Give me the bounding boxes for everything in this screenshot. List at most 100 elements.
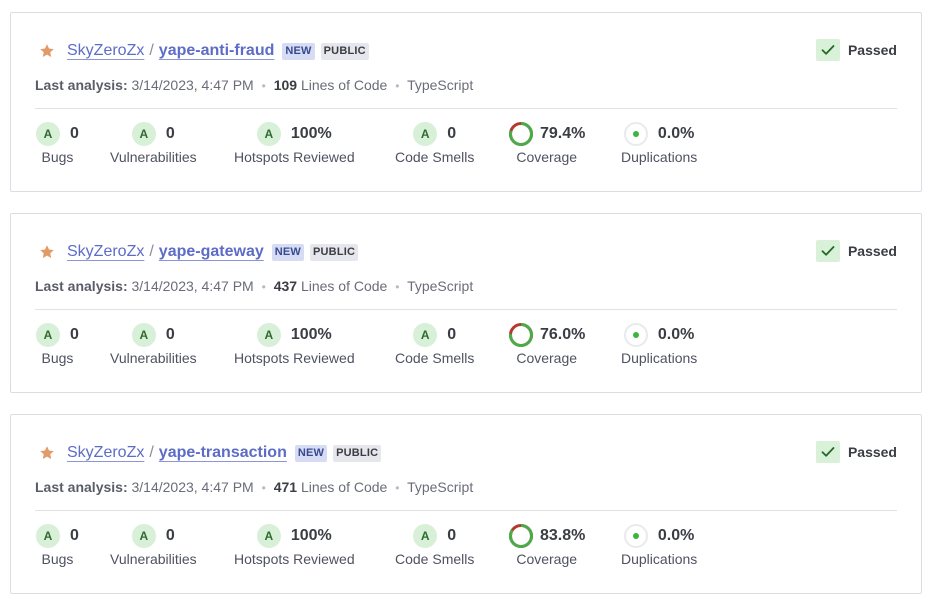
rating-badge: A — [256, 524, 281, 548]
metric-code-smells[interactable]: A 0 Code Smells — [395, 121, 474, 165]
bugs-label: Bugs — [41, 350, 74, 366]
metric-vulnerabilities[interactable]: A 0 Vulnerabilities — [110, 322, 197, 366]
language: TypeScript — [407, 278, 474, 294]
code-smells-value: 0 — [447, 326, 457, 343]
owner-link[interactable]: SkyZeroZx — [67, 42, 144, 60]
analysis-meta: Last analysis: 3/14/2023, 4:47 PM • 437 … — [35, 278, 473, 294]
metric-vulnerabilities[interactable]: A 0 Vulnerabilities — [110, 523, 197, 567]
duplications-ring-icon — [623, 524, 648, 548]
metric-coverage[interactable]: 79.4% Coverage — [508, 121, 585, 165]
divider — [35, 309, 897, 310]
duplications-value: 0.0% — [657, 326, 695, 343]
loc-value: 109 — [273, 77, 298, 93]
rating-badge: A — [36, 323, 60, 347]
metric-hotspots[interactable]: A 100% Hotspots Reviewed — [234, 322, 355, 366]
loc-value: 471 — [273, 479, 298, 495]
hotspots-value: 100% — [290, 527, 332, 544]
meta-separator: • — [261, 79, 266, 93]
meta-separator: • — [395, 79, 400, 93]
bugs-label: Bugs — [41, 551, 74, 567]
project-card: SkyZeroZx / yape-anti-fraud NEW PUBLIC P… — [10, 12, 922, 192]
new-badge: NEW — [282, 42, 315, 60]
vulnerabilities-value: 0 — [165, 326, 175, 343]
project-card: SkyZeroZx / yape-transaction NEW PUBLIC … — [10, 414, 922, 594]
path-separator: / — [149, 444, 154, 461]
rating-badge: A — [413, 323, 438, 347]
rating-badge: A — [131, 122, 156, 146]
loc-label: Lines of Code — [300, 77, 388, 93]
check-icon — [815, 39, 840, 61]
bugs-value: 0 — [70, 527, 79, 544]
project-name-link[interactable]: yape-gateway — [159, 243, 264, 261]
quality-gate-status: Passed — [815, 441, 897, 463]
analysis-date: 3/14/2023, 4:47 PM — [131, 278, 254, 294]
vulnerabilities-label: Vulnerabilities — [110, 551, 197, 567]
coverage-ring-icon — [509, 122, 533, 146]
metric-hotspots[interactable]: A 100% Hotspots Reviewed — [234, 523, 355, 567]
hotspots-label: Hotspots Reviewed — [234, 551, 355, 567]
path-separator: / — [149, 243, 154, 260]
metric-code-smells[interactable]: A 0 Code Smells — [395, 322, 474, 366]
metric-bugs[interactable]: A 0 Bugs — [36, 322, 79, 366]
quality-gate-status: Passed — [815, 39, 897, 61]
rating-badge: A — [131, 524, 156, 548]
coverage-label: Coverage — [516, 149, 578, 165]
gate-label: Passed — [847, 444, 897, 460]
star-icon[interactable] — [39, 244, 55, 260]
public-badge: PUBLIC — [320, 42, 369, 60]
hotspots-value: 100% — [290, 125, 332, 142]
bugs-label: Bugs — [41, 149, 74, 165]
language: TypeScript — [407, 479, 474, 495]
vulnerabilities-value: 0 — [165, 527, 175, 544]
code-smells-value: 0 — [447, 125, 457, 142]
new-badge: NEW — [271, 243, 304, 261]
project-name-link[interactable]: yape-anti-fraud — [159, 42, 275, 60]
quality-gate-status: Passed — [815, 240, 897, 262]
public-badge: PUBLIC — [333, 444, 382, 462]
star-icon[interactable] — [39, 43, 55, 59]
hotspots-value: 100% — [290, 326, 332, 343]
metric-coverage[interactable]: 76.0% Coverage — [508, 322, 585, 366]
check-icon — [815, 240, 840, 262]
metric-hotspots[interactable]: A 100% Hotspots Reviewed — [234, 121, 355, 165]
loc-label: Lines of Code — [300, 278, 388, 294]
coverage-value: 79.4% — [540, 125, 586, 142]
metric-vulnerabilities[interactable]: A 0 Vulnerabilities — [110, 121, 197, 165]
coverage-value: 83.8% — [540, 527, 586, 544]
gate-label: Passed — [847, 42, 897, 58]
rating-badge: A — [256, 323, 281, 347]
duplications-label: Duplications — [621, 551, 698, 567]
metric-duplications[interactable]: 0.0% Duplications — [621, 322, 697, 366]
check-icon — [815, 441, 840, 463]
rating-badge: A — [413, 524, 438, 548]
owner-link[interactable]: SkyZeroZx — [67, 243, 144, 261]
meta-separator: • — [395, 280, 400, 294]
metric-duplications[interactable]: 0.0% Duplications — [621, 121, 697, 165]
duplications-label: Duplications — [621, 149, 698, 165]
rating-badge: A — [256, 122, 281, 146]
metric-bugs[interactable]: A 0 Bugs — [36, 121, 79, 165]
project-card: SkyZeroZx / yape-gateway NEW PUBLIC Pass… — [10, 213, 922, 393]
duplications-value: 0.0% — [657, 527, 695, 544]
duplications-value: 0.0% — [657, 125, 695, 142]
bugs-value: 0 — [70, 326, 79, 343]
divider — [35, 510, 897, 511]
bugs-value: 0 — [70, 125, 79, 142]
metric-bugs[interactable]: A 0 Bugs — [36, 523, 79, 567]
metric-code-smells[interactable]: A 0 Code Smells — [395, 523, 474, 567]
owner-link[interactable]: SkyZeroZx — [67, 444, 144, 462]
star-icon[interactable] — [39, 445, 55, 461]
metric-coverage[interactable]: 83.8% Coverage — [508, 523, 585, 567]
meta-separator: • — [261, 481, 266, 495]
public-badge: PUBLIC — [310, 243, 359, 261]
duplications-label: Duplications — [621, 350, 698, 366]
duplications-ring-icon — [623, 323, 648, 347]
project-name-link[interactable]: yape-transaction — [159, 444, 287, 462]
project-title: SkyZeroZx / yape-anti-fraud NEW PUBLIC — [67, 39, 369, 63]
coverage-ring-icon — [509, 323, 533, 347]
language: TypeScript — [407, 77, 474, 93]
metric-duplications[interactable]: 0.0% Duplications — [621, 523, 697, 567]
vulnerabilities-label: Vulnerabilities — [110, 350, 197, 366]
loc-value: 437 — [273, 278, 298, 294]
code-smells-value: 0 — [447, 527, 457, 544]
